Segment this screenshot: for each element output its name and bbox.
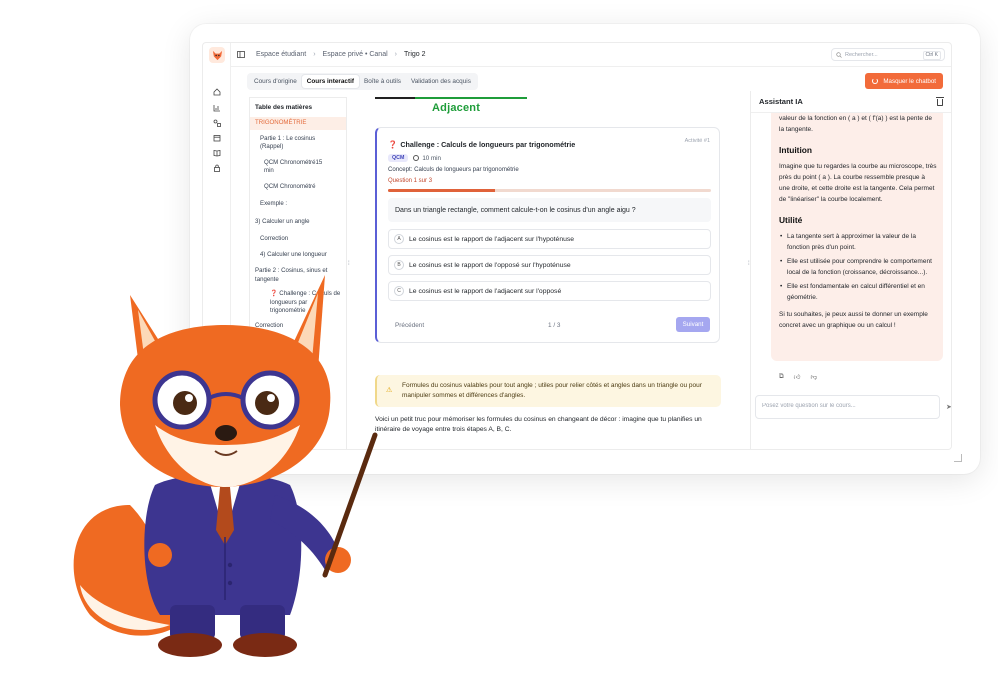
duration: 10 min: [422, 154, 441, 162]
main-content: Adjacent ❓ Challenge : Calculs de longue…: [355, 97, 746, 449]
toc-item[interactable]: QCM Chronométré: [250, 179, 346, 195]
calendar-icon[interactable]: [212, 133, 222, 143]
toc-item[interactable]: Partie 1 : Le cosinus (Rappel): [250, 130, 346, 155]
question-icon: ❓: [388, 140, 398, 149]
search-box[interactable]: Ctrl K: [831, 48, 945, 61]
diagram-label: Adjacent: [432, 102, 481, 114]
shortcut-badge: Ctrl K: [922, 51, 941, 60]
card-meta: QCM 10 min: [388, 154, 441, 162]
thumbs-down-icon[interactable]: 👎︎: [810, 373, 817, 381]
fox-logo-icon[interactable]: [209, 47, 225, 63]
toc-item[interactable]: Correction: [250, 229, 346, 247]
tab-validation-acquis[interactable]: Validation des acquis: [406, 75, 476, 88]
chat-input-box[interactable]: [755, 395, 940, 419]
send-icon[interactable]: ➤: [946, 403, 951, 411]
card-title-text: Challenge : Calculs de longueurs par tri…: [400, 140, 576, 149]
concept-text: Concept: Calculs de longueurs par trigon…: [388, 166, 519, 173]
view-tabs: Cours d'origine Cours interactif Boîte à…: [247, 73, 478, 90]
tab-cours-interactif[interactable]: Cours interactif: [301, 75, 360, 88]
lesson-paragraph: Voici un petit truc pour mémoriser les f…: [375, 416, 702, 433]
list-item: La tangente sert à approximer la valeur …: [779, 231, 937, 253]
question-text: Dans un triangle rectangle, comment calc…: [388, 198, 711, 222]
list-item: Elle est fondamentale en calcul différen…: [779, 281, 937, 303]
power-icon: [872, 78, 879, 84]
page-indicator: 1 / 3: [548, 322, 561, 329]
diagram-edge: [375, 97, 527, 99]
answer-option-b[interactable]: B Le cosinus est le rapport de l'opposé …: [388, 255, 711, 275]
list-item: Elle est utilisée pour comprendre le com…: [779, 256, 937, 278]
top-bar: Espace étudiant › Espace privé • Canal ›…: [231, 43, 951, 67]
activity-label: Activité #1: [684, 138, 710, 144]
qcm-badge: QCM: [388, 154, 409, 162]
option-text: Le cosinus est le rapport de l'opposé su…: [409, 261, 571, 269]
message-list: La tangente sert à approximer la valeur …: [779, 231, 937, 303]
question-progress: [388, 189, 711, 192]
hide-chatbot-label: Masquer le chatbot: [883, 77, 936, 85]
option-letter: C: [394, 286, 404, 296]
option-letter: B: [394, 260, 404, 270]
toc-title: Table des matières: [255, 104, 313, 111]
thumbs-up-icon[interactable]: 👍︎: [794, 373, 801, 381]
assistant-message: valeur de la fonction en ( a ) et ( f'(a…: [771, 113, 943, 361]
previous-button[interactable]: Précédent: [395, 322, 424, 329]
message-text: valeur de la fonction en ( a ) et ( f'(a…: [779, 115, 932, 133]
option-text: Le cosinus est le rapport de l'adjacent …: [409, 287, 562, 295]
card-title: ❓ Challenge : Calculs de longueurs par t…: [388, 140, 575, 149]
window-resize-grip[interactable]: [954, 454, 962, 462]
search-icon: [836, 51, 842, 58]
message-actions: ⧉ 👍︎ 👎︎: [779, 373, 817, 381]
toc-item[interactable]: TRIGONOMÉTRIE: [250, 117, 346, 130]
breadcrumb-item[interactable]: Espace privé • Canal: [323, 51, 388, 58]
chat-input[interactable]: [762, 403, 922, 409]
message-text: Si tu souhaites, je peux aussi te donner…: [779, 311, 928, 329]
message-heading: Intuition: [779, 145, 813, 155]
question-counter: Question 1 sur 3: [388, 178, 433, 184]
tab-boite-outils[interactable]: Boîte à outils: [359, 75, 406, 88]
trash-icon[interactable]: [936, 97, 944, 106]
toc-item[interactable]: QCM Chronométré15 min: [250, 155, 346, 179]
note-text: Formules du cosinus valables pour tout a…: [402, 382, 702, 399]
message-text: Imagine que tu regardes la courbe au mic…: [779, 163, 937, 203]
progress-fill: [388, 189, 495, 192]
breadcrumb: Espace étudiant › Espace privé • Canal ›…: [256, 51, 426, 58]
shapes-icon[interactable]: [212, 118, 222, 128]
search-input[interactable]: [845, 51, 925, 58]
breadcrumb-item[interactable]: Espace étudiant: [256, 51, 306, 58]
option-text: Le cosinus est le rapport de l'adjacent …: [409, 235, 575, 243]
home-icon[interactable]: [212, 87, 222, 97]
assistant-panel: Assistant IA valeur de la fonction en ( …: [750, 91, 951, 449]
option-letter: A: [394, 234, 404, 244]
clock-icon: [413, 155, 420, 161]
breadcrumb-current: Trigo 2: [404, 51, 426, 58]
tab-cours-origine[interactable]: Cours d'origine: [249, 75, 302, 88]
chevron-right-icon: ›: [313, 51, 316, 58]
book-icon[interactable]: [212, 148, 222, 158]
chevron-right-icon: ›: [394, 51, 397, 58]
lock-icon[interactable]: [212, 163, 222, 173]
copy-icon[interactable]: ⧉: [779, 373, 784, 381]
message-heading: Utilité: [779, 215, 803, 225]
info-note: ⚠ Formules du cosinus valables pour tout…: [375, 375, 721, 407]
next-button[interactable]: Suivant: [676, 317, 710, 332]
assistant-title: Assistant IA: [751, 91, 951, 113]
fox-mascot-illustration: [73, 275, 378, 657]
toc-item[interactable]: Exemple :: [250, 194, 346, 212]
sidebar-toggle-icon[interactable]: [237, 50, 246, 59]
challenge-card: ❓ Challenge : Calculs de longueurs par t…: [375, 127, 720, 343]
chart-icon[interactable]: [212, 103, 222, 113]
answer-option-a[interactable]: A Le cosinus est le rapport de l'adjacen…: [388, 229, 711, 249]
hide-chatbot-button[interactable]: Masquer le chatbot: [865, 73, 943, 89]
toc-item[interactable]: 3) Calculer un angle: [250, 212, 346, 230]
answer-option-c[interactable]: C Le cosinus est le rapport de l'adjacen…: [388, 281, 711, 301]
